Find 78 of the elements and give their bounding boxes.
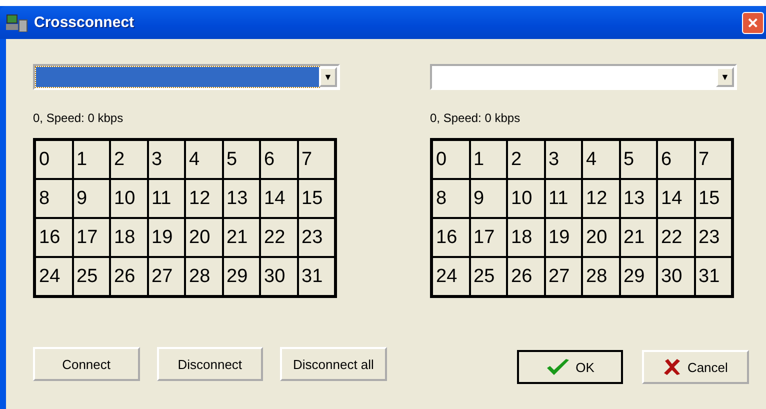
channel-cell[interactable]: 12 xyxy=(185,179,222,218)
channel-cell[interactable]: 24 xyxy=(432,257,470,296)
channel-cell[interactable]: 0 xyxy=(35,140,72,179)
channel-cell[interactable]: 23 xyxy=(298,218,335,257)
channel-cell[interactable]: 9 xyxy=(470,179,507,218)
channel-cell[interactable]: 26 xyxy=(507,257,544,296)
channel-cell[interactable]: 5 xyxy=(620,140,657,179)
channel-cell[interactable]: 26 xyxy=(110,257,148,296)
channel-cell[interactable]: 16 xyxy=(35,218,72,257)
channel-cell[interactable]: 10 xyxy=(507,179,544,218)
channel-cell[interactable]: 14 xyxy=(260,179,298,218)
channel-cell[interactable]: 9 xyxy=(72,179,110,218)
channel-cell[interactable]: 19 xyxy=(148,218,185,257)
channel-cell[interactable]: 27 xyxy=(544,257,582,296)
channel-cell[interactable]: 1 xyxy=(470,140,507,179)
action-button[interactable]: Connect xyxy=(33,347,140,381)
window-title: Crossconnect xyxy=(34,14,136,31)
channel-cell[interactable]: 3 xyxy=(148,140,185,179)
close-button[interactable]: ✕ xyxy=(742,12,764,34)
channel-cell[interactable]: 25 xyxy=(470,257,507,296)
channel-cell[interactable]: 29 xyxy=(620,257,657,296)
channel-cell[interactable]: 5 xyxy=(222,140,260,179)
channel-cell[interactable]: 16 xyxy=(432,218,470,257)
channel-cell[interactable]: 0 xyxy=(432,140,470,179)
channel-cell[interactable]: 12 xyxy=(582,179,620,218)
channel-cell[interactable]: 2 xyxy=(110,140,148,179)
channel-cell[interactable]: 18 xyxy=(507,218,544,257)
channel-cell[interactable]: 2 xyxy=(507,140,544,179)
channel-cell[interactable]: 22 xyxy=(260,218,298,257)
channel-cell[interactable]: 28 xyxy=(185,257,222,296)
channel-cell[interactable]: 11 xyxy=(544,179,582,218)
channel-cell[interactable]: 4 xyxy=(185,140,222,179)
channel-cell[interactable]: 3 xyxy=(544,140,582,179)
channel-cell[interactable]: 25 xyxy=(72,257,110,296)
channel-cell[interactable]: 21 xyxy=(222,218,260,257)
channel-cell[interactable]: 20 xyxy=(185,218,222,257)
channel-cell[interactable]: 18 xyxy=(110,218,148,257)
channel-cell[interactable]: 24 xyxy=(35,257,72,296)
channel-cell[interactable]: 23 xyxy=(694,218,732,257)
channel-cell[interactable]: 20 xyxy=(582,218,620,257)
status-text: 0, Speed: 0 kbps xyxy=(430,111,522,125)
channel-cell[interactable]: 19 xyxy=(544,218,582,257)
channel-cell[interactable]: 17 xyxy=(470,218,507,257)
channel-cell[interactable]: 28 xyxy=(582,257,620,296)
channel-cell[interactable]: 11 xyxy=(148,179,185,218)
channel-cell[interactable]: 17 xyxy=(72,218,110,257)
channel-cell[interactable]: 6 xyxy=(657,140,694,179)
channel-cell[interactable]: 15 xyxy=(298,179,335,218)
computer-icon xyxy=(6,14,28,32)
channel-cell[interactable]: 15 xyxy=(694,179,732,218)
action-button[interactable]: Disconnect xyxy=(156,347,264,381)
channel-cell[interactable]: 31 xyxy=(694,257,732,296)
channel-cell[interactable]: 4 xyxy=(582,140,620,179)
dropdown[interactable]: ▼ xyxy=(430,64,737,90)
channel-cell[interactable]: 1 xyxy=(72,140,110,179)
channel-cell[interactable]: 8 xyxy=(35,179,72,218)
channel-cell[interactable]: 10 xyxy=(110,179,148,218)
channel-cell[interactable]: 8 xyxy=(432,179,470,218)
channel-cell[interactable]: 30 xyxy=(260,257,298,296)
channel-cell[interactable]: 31 xyxy=(298,257,335,296)
cancel-button[interactable]: Cancel xyxy=(642,350,749,384)
channel-cell[interactable]: 7 xyxy=(298,140,335,179)
channel-cell[interactable]: 6 xyxy=(260,140,298,179)
channel-cell[interactable]: 13 xyxy=(222,179,260,218)
checkmark-icon xyxy=(546,358,570,376)
ok-button[interactable]: OK xyxy=(516,350,624,384)
status-text: 0, Speed: 0 kbps xyxy=(33,111,124,125)
channel-cell[interactable]: 13 xyxy=(620,179,657,218)
dropdown[interactable]: ▼ xyxy=(33,64,340,90)
cross-icon xyxy=(663,358,682,376)
action-button[interactable]: Disconnect all xyxy=(280,347,387,381)
channel-cell[interactable]: 7 xyxy=(694,140,732,179)
channel-cell[interactable]: 29 xyxy=(222,257,260,296)
channel-cell[interactable]: 21 xyxy=(620,218,657,257)
channel-cell[interactable]: 22 xyxy=(657,218,694,257)
channel-cell[interactable]: 30 xyxy=(657,257,694,296)
channel-cell[interactable]: 14 xyxy=(657,179,694,218)
channel-cell[interactable]: 27 xyxy=(148,257,185,296)
